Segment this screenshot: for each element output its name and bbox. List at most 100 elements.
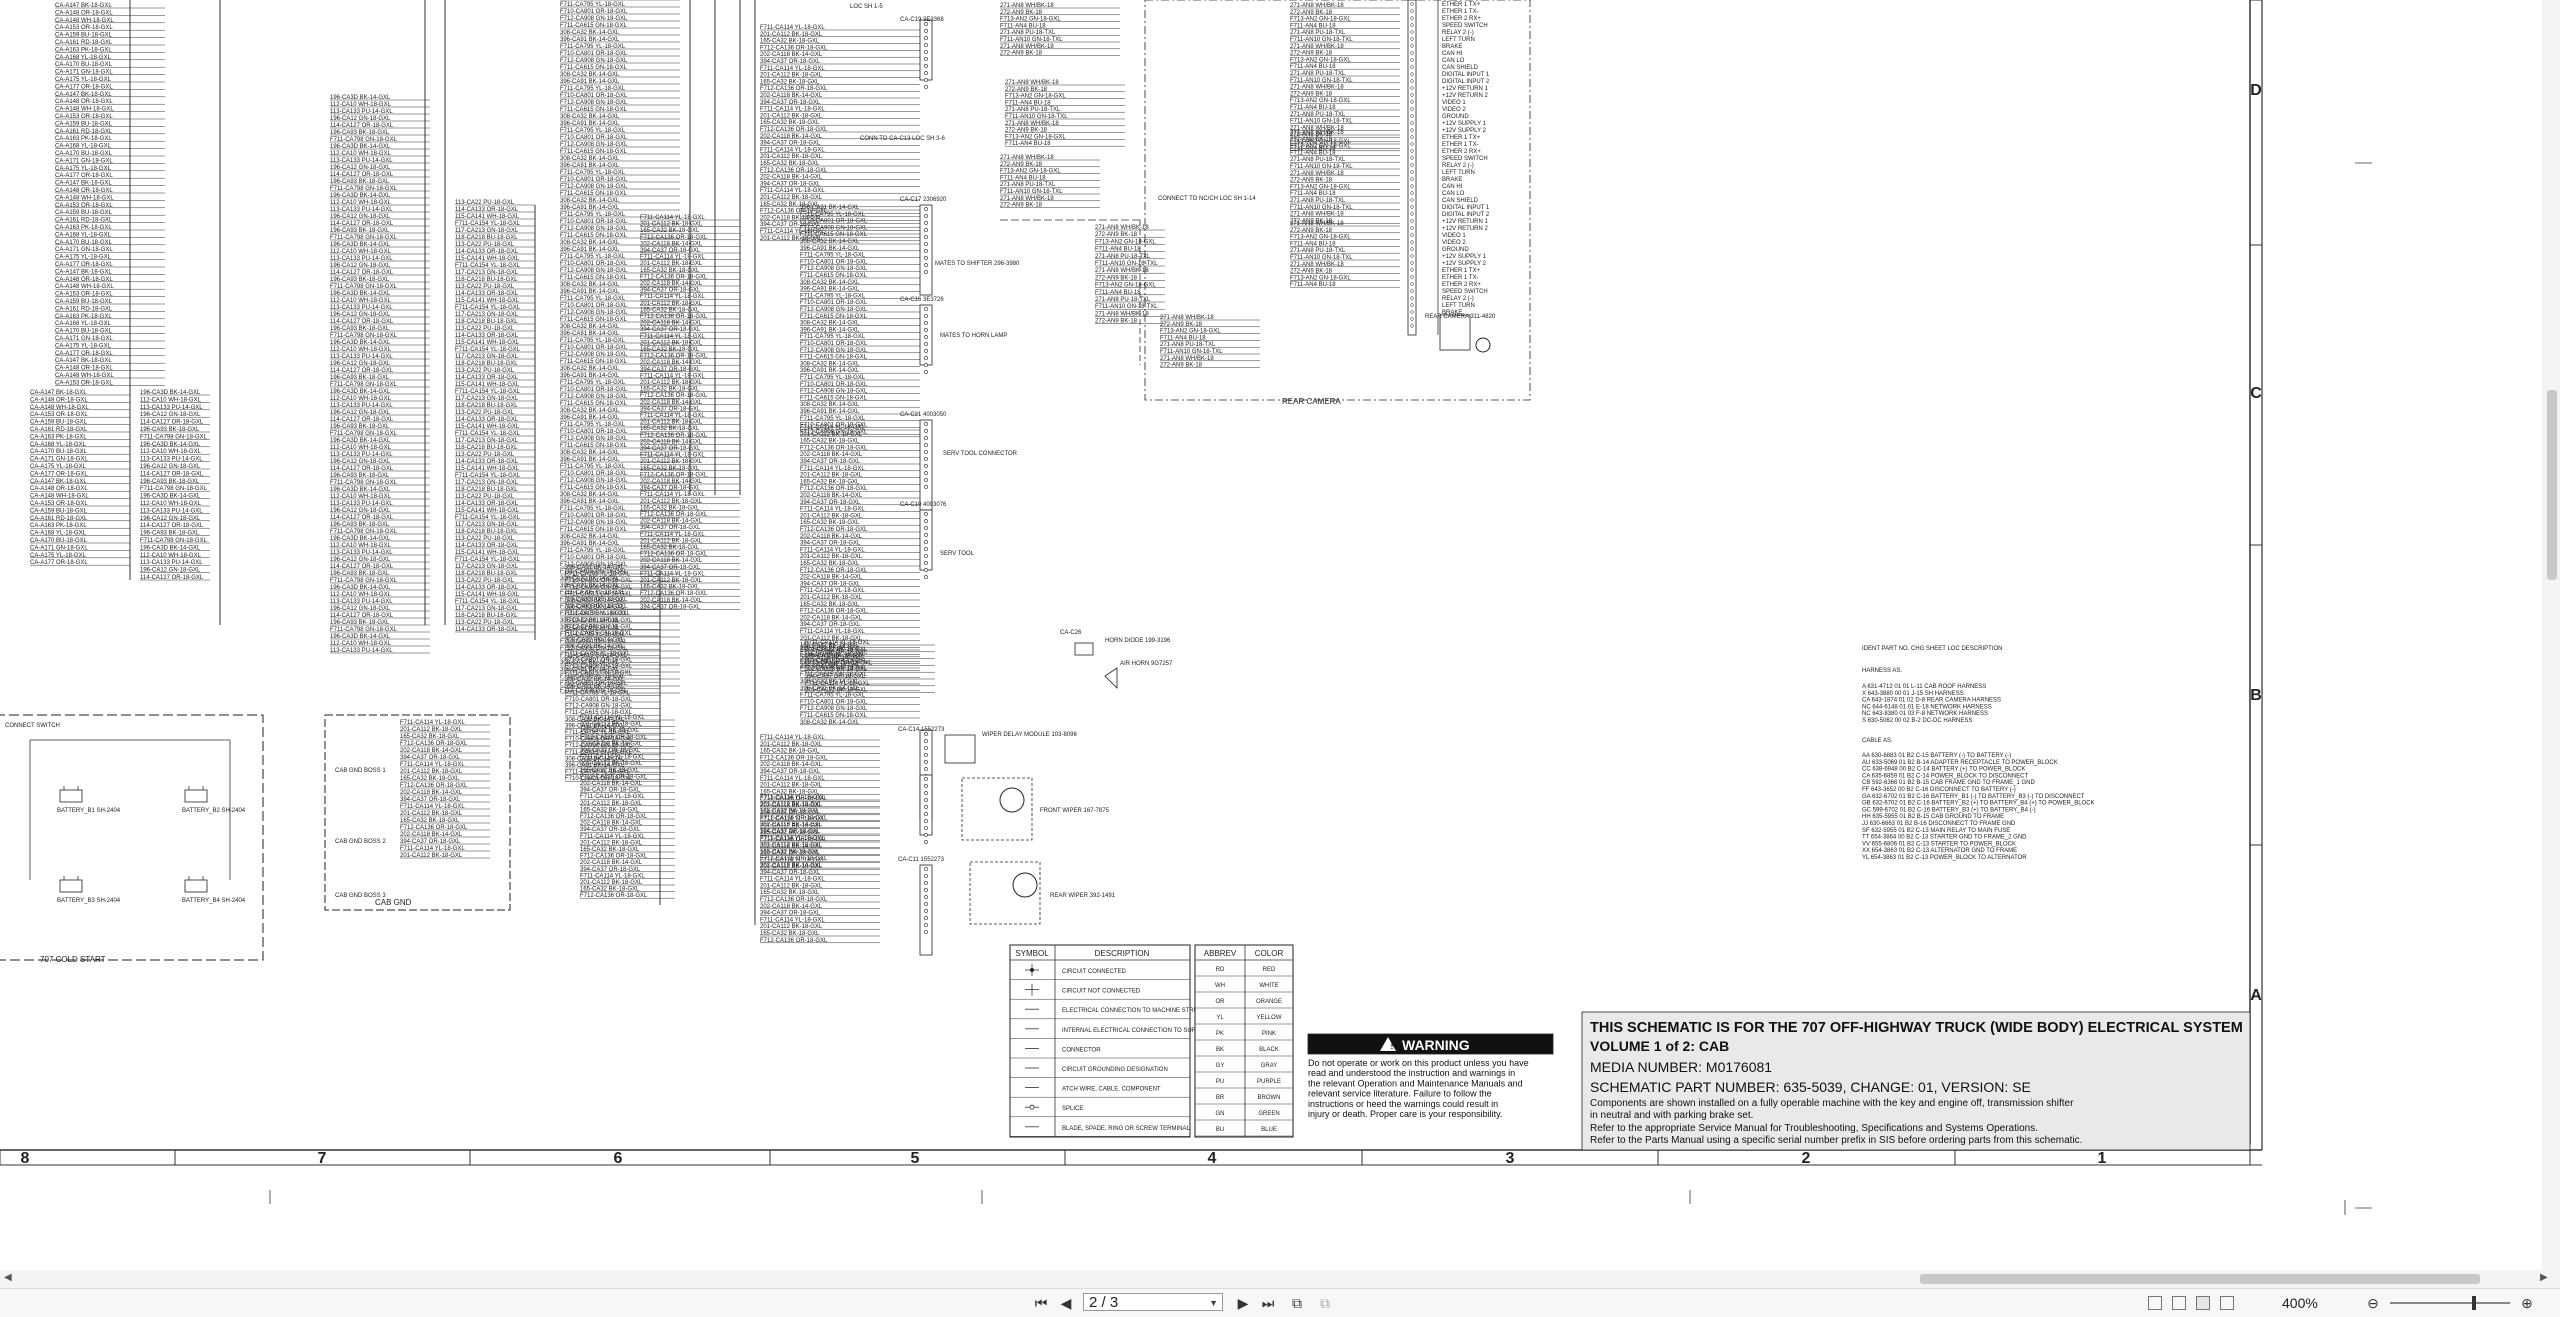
connector-pin	[1410, 198, 1414, 202]
section-label: CAB GND	[375, 898, 412, 907]
warning-text: the relevant Operation and Maintenance M…	[1308, 1078, 1523, 1088]
connector-pin	[924, 784, 928, 788]
wire-bundle-col4d: 271-AN8 WH/BK-18272-AN9 BK-18F713-AN2 GN…	[1095, 225, 1165, 325]
next-page-icon[interactable]: ▶	[1232, 1293, 1254, 1313]
connector-pin	[1410, 303, 1414, 307]
connector-pin	[924, 242, 928, 246]
description-header: DESCRIPTION	[1095, 949, 1150, 958]
connector-pin	[924, 363, 928, 367]
connector-ref: CA-C16 3E3726	[900, 297, 944, 303]
warning-text: read and understood the instruction and …	[1308, 1068, 1515, 1078]
pin-label: ETHER 1 TX+	[1442, 268, 1481, 274]
connector-pin	[924, 575, 928, 579]
battery-icon	[184, 789, 208, 803]
color-abbrev: OR	[1216, 999, 1226, 1005]
page-number-input[interactable]: 2 / 3 ▼	[1083, 1293, 1223, 1311]
connector-pin	[924, 895, 928, 899]
cable-row: CB 592-6366 01 B2 B-15 CAB FRAME GND TO …	[1862, 780, 2036, 786]
pin-label: ETHER 1 TX-	[1442, 275, 1479, 281]
rotate-view-icon[interactable]: ⧉	[1286, 1293, 1308, 1313]
connector-note: CONNECT SWITCH	[5, 723, 60, 729]
pin-label: RELAY 2 (-)	[1442, 163, 1474, 169]
color-name: WHITE	[1259, 983, 1278, 989]
connector-ref: CA-C19 3E3368	[900, 17, 944, 23]
zoom-level[interactable]: 400%	[2282, 1295, 2318, 1311]
pin-label: GROUND	[1442, 114, 1469, 120]
connector-pin	[924, 739, 928, 743]
warning-text: Do not operate or work on this product u…	[1308, 1058, 1529, 1068]
connector-pin	[1410, 23, 1414, 27]
connector-pin	[924, 335, 928, 339]
prev-page-icon[interactable]: ◀	[1055, 1293, 1077, 1313]
connector-pin	[1410, 261, 1414, 265]
connector-ref: CA-C11 1552273	[898, 857, 945, 863]
pin-label: BRAKE	[1442, 44, 1462, 50]
connector-pin	[1410, 100, 1414, 104]
pin-label: SPEED SWITCH	[1442, 23, 1488, 29]
last-page-icon[interactable]: ⏭	[1257, 1293, 1279, 1313]
column-label: 4	[1208, 1150, 1217, 1167]
connector-note: WIPER DELAY MODULE 103-8096	[982, 732, 1077, 738]
symbol-header: SYMBOL	[1015, 949, 1049, 958]
color-abbrev: GN	[1216, 1111, 1225, 1117]
connector-note: CONN TO CA-C13 LOC SH 3-6	[860, 136, 945, 142]
connector-pin	[1410, 65, 1414, 69]
scroll-left-icon[interactable]: ◀	[4, 1272, 12, 1283]
connector-pin	[924, 214, 928, 218]
vertical-scroll-thumb[interactable]	[2547, 390, 2557, 580]
warning-title: WARNING	[1402, 1037, 1470, 1053]
connector-pin	[1410, 233, 1414, 237]
wire-bundle-col8a: CA-A147 BK-18-GXLCA-A148 OR-18-GXLCA-A14…	[55, 3, 165, 386]
connector-pin	[924, 526, 928, 530]
color-header: COLOR	[1255, 949, 1284, 958]
single-page-view-icon[interactable]	[2148, 1296, 2162, 1310]
zoom-in-icon[interactable]: ⊕	[2516, 1293, 2538, 1313]
horizontal-scrollbar[interactable]: ◀ ▶	[0, 1270, 2560, 1288]
first-page-icon[interactable]: ⏮	[1030, 1293, 1052, 1313]
vertical-scrollbar[interactable]	[2542, 0, 2560, 1270]
connector-note: MATES TO HORN LAMP	[940, 333, 1007, 339]
facing-view-icon[interactable]	[2196, 1296, 2210, 1310]
pin-label: CAN HI	[1442, 184, 1463, 190]
cable-row: SF 632-5955 01 B2 C-13 MAIN RELAY TO MAI…	[1862, 828, 2010, 834]
chevron-down-icon[interactable]: ▼	[1209, 1294, 1218, 1312]
connector-pin	[924, 450, 928, 454]
connector-pin	[1410, 37, 1414, 41]
continuous-view-icon[interactable]	[2172, 1296, 2186, 1310]
harness-row: X 643-3880 00 01 J-15 SH HARNESS	[1862, 691, 1964, 697]
connector-pin	[1410, 219, 1414, 223]
document-viewport[interactable]: D C B A 8 7 6 5 4 3 2 1 CA-A147 BK-18-GXL CA-A148 OR-…	[0, 0, 2560, 1270]
color-abbrev: BK	[1216, 1047, 1224, 1053]
connector-pin	[1410, 324, 1414, 328]
symbol-description: BLADE, SPADE, RING OR SCREW TERMINAL	[1062, 1126, 1190, 1132]
cable-row: AA 630-6883 01 B2 C-15 BATTERY (-) TO BA…	[1862, 753, 2011, 759]
symbol-description: ATCH WIRE, CABLE, COMPONENT	[1062, 1087, 1161, 1093]
rear-camera-label: REAR CAMERA	[1282, 397, 1341, 406]
fit-width-icon[interactable]	[2220, 1296, 2234, 1310]
connector-pin	[1410, 51, 1414, 55]
connector-pin	[924, 50, 928, 54]
zoom-slider-handle[interactable]	[2472, 1296, 2476, 1310]
rear-camera-body	[1439, 314, 1471, 351]
zoom-slider[interactable]	[2390, 1302, 2510, 1304]
column-label: 2	[1802, 1150, 1811, 1167]
pin-label: VIDEO 2	[1442, 240, 1466, 246]
layout-view-icon[interactable]: ⧉	[1314, 1293, 1336, 1313]
sheet-frame	[2241, 0, 2251, 1151]
pin-label: DIGITAL INPUT 1	[1442, 72, 1490, 78]
pin-label: +12V SUPPLY 2	[1442, 261, 1487, 267]
connector-pin	[1410, 310, 1414, 314]
horizontal-scroll-thumb[interactable]	[1920, 1274, 2480, 1284]
color-name: YELLOW	[1256, 1015, 1281, 1021]
volume-line: VOLUME 1 of 2: CAB	[1590, 1038, 1729, 1054]
scroll-right-icon[interactable]: ▶	[2540, 1272, 2548, 1283]
connector-pin	[1410, 240, 1414, 244]
pin-label: DIGITAL INPUT 2	[1442, 79, 1490, 85]
connector-pin	[924, 746, 928, 750]
connector-pin	[924, 256, 928, 260]
color-legend-table	[1194, 944, 1294, 1138]
column-label: 8	[21, 1150, 30, 1167]
color-name: BLUE	[1261, 1127, 1277, 1133]
zoom-out-icon[interactable]: ⊖	[2362, 1293, 2384, 1313]
wire-bundle-col4a: 271-AN8 WH/BK-18272-AN9 BK-18F713-AN2 GN…	[1000, 3, 1120, 57]
